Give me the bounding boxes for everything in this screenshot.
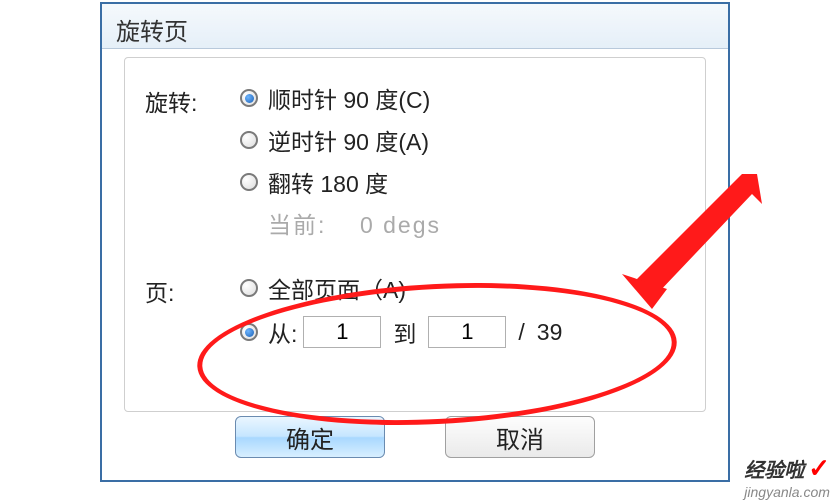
radio-flip180-label: 翻转 180 度 [268, 165, 388, 199]
current-rotation: 当前: 0 degs [268, 206, 705, 240]
button-row: 确定 取消 [102, 416, 728, 458]
from-label: 从: [268, 315, 297, 349]
radio-ccw90-option[interactable]: 逆时针 90 度(A) [240, 122, 705, 158]
page-range-line: 从: 到 / 39 [240, 312, 705, 352]
watermark-check-icon: ✓ [808, 453, 830, 484]
radio-cw90-label: 顺时针 90 度(C) [268, 81, 430, 115]
page-options: 全部页面（A) 从: 到 / 39 [240, 270, 705, 352]
options-group: 旋转: 顺时针 90 度(C) 逆时针 90 度(A) 翻转 180 度 [124, 57, 706, 412]
current-rotation-label: 当前: [268, 212, 326, 238]
radio-cw90[interactable] [240, 89, 258, 107]
cancel-button[interactable]: 取消 [445, 416, 595, 458]
radio-cw90-option[interactable]: 顺时针 90 度(C) [240, 80, 705, 116]
radio-all-pages-label: 全部页面（A) [268, 271, 406, 305]
rotate-options: 顺时针 90 度(C) 逆时针 90 度(A) 翻转 180 度 当前: 0 d… [240, 80, 705, 240]
current-rotation-value: 0 degs [360, 212, 441, 238]
ok-button[interactable]: 确定 [235, 416, 385, 458]
page-label: 页: [145, 270, 240, 308]
page-slash: / [518, 319, 524, 346]
to-page-input[interactable] [428, 316, 506, 348]
dialog-title-bar: 旋转页 [102, 4, 728, 49]
from-page-input[interactable] [303, 316, 381, 348]
radio-all-pages[interactable] [240, 279, 258, 297]
rotate-section: 旋转: 顺时针 90 度(C) 逆时针 90 度(A) 翻转 180 度 [125, 80, 705, 240]
watermark: 经验啦 ✓ jingyanla.com [744, 453, 830, 500]
dialog-content: 旋转: 顺时针 90 度(C) 逆时针 90 度(A) 翻转 180 度 [102, 49, 728, 480]
radio-page-range[interactable] [240, 323, 258, 341]
radio-ccw90[interactable] [240, 131, 258, 149]
rotate-page-dialog: 旋转页 旋转: 顺时针 90 度(C) 逆时针 90 度(A) 翻转 [100, 2, 730, 482]
watermark-top: 经验啦 ✓ [744, 453, 830, 484]
page-section: 页: 全部页面（A) 从: 到 / 39 [125, 270, 705, 352]
dialog-title: 旋转页 [116, 19, 188, 46]
total-pages: 39 [537, 319, 563, 346]
rotate-label: 旋转: [145, 80, 240, 118]
radio-flip180[interactable] [240, 173, 258, 191]
watermark-url: jingyanla.com [744, 484, 830, 500]
radio-flip180-option[interactable]: 翻转 180 度 [240, 164, 705, 200]
radio-all-pages-option[interactable]: 全部页面（A) [240, 270, 705, 306]
watermark-text: 经验啦 [744, 454, 804, 483]
radio-ccw90-label: 逆时针 90 度(A) [268, 123, 429, 157]
to-label: 到 [393, 315, 416, 349]
